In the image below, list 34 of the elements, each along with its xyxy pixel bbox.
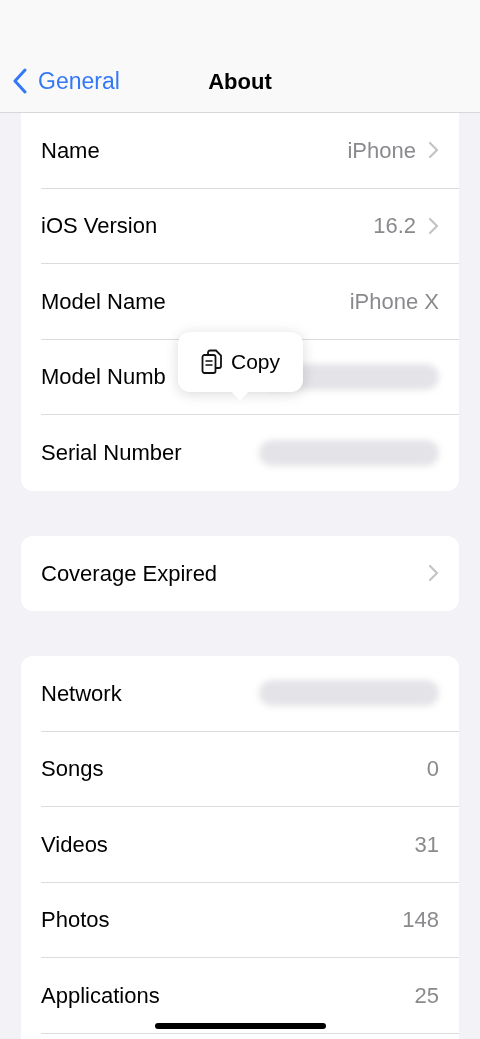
settings-row[interactable]: Serial Number: [41, 415, 459, 491]
chevron-icon: [428, 564, 439, 583]
row-value: 0: [426, 755, 439, 784]
row-value: 148: [402, 906, 439, 935]
back-chevron-icon: [12, 67, 28, 94]
copy-button[interactable]: Copy: [178, 332, 303, 392]
row-label: Serial Number: [41, 439, 182, 468]
row-label: Photos: [41, 906, 110, 935]
row-label: Applications: [41, 981, 160, 1010]
settings-row[interactable]: Songs 0: [41, 731, 459, 807]
row-label: iOS Version: [41, 212, 158, 241]
chevron-icon: [428, 141, 439, 160]
row-value: 31: [414, 830, 439, 859]
row-label: Videos: [41, 830, 108, 859]
settings-row[interactable]: Photos 148: [41, 882, 459, 958]
row-label: Network: [41, 679, 122, 708]
back-button[interactable]: General: [0, 63, 120, 98]
copy-icon: [201, 349, 223, 375]
row-value: iPhone X: [349, 287, 439, 316]
row-value: iPhone: [347, 136, 416, 165]
chevron-icon: [428, 216, 439, 235]
row-value: 16.2: [373, 212, 416, 241]
row-label: Model Name: [41, 287, 166, 316]
settings-row[interactable]: Videos 31: [41, 807, 459, 883]
settings-row[interactable]: Name iPhone: [41, 113, 459, 189]
page-title: About: [208, 68, 272, 96]
settings-row[interactable]: Coverage Expired: [41, 535, 459, 611]
row-value: 25: [414, 981, 439, 1010]
row-label: Songs: [41, 755, 104, 784]
row-label: Coverage Expired: [41, 559, 218, 588]
settings-row[interactable]: iOS Version 16.2: [41, 188, 459, 264]
row-label: Name: [41, 136, 100, 165]
settings-row[interactable]: Network: [41, 656, 459, 732]
row-label: Model Numb: [41, 363, 166, 392]
